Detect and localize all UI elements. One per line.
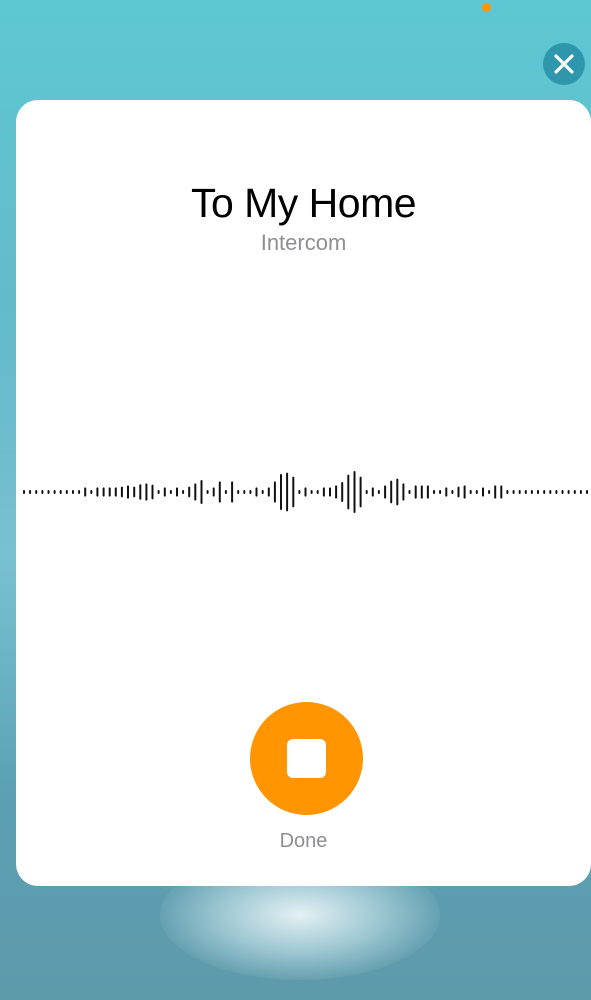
close-icon: [554, 54, 574, 74]
intercom-card: To My Home Intercom Done: [16, 100, 591, 886]
close-button[interactable]: [543, 43, 585, 85]
stop-icon: [287, 739, 326, 778]
stop-recording-button[interactable]: [250, 702, 363, 815]
microphone-indicator-dot: [482, 3, 491, 12]
page-subtitle: Intercom: [260, 230, 347, 255]
audio-waveform: [23, 471, 588, 513]
page-title: To My Home: [190, 180, 417, 226]
done-label: Done: [279, 830, 328, 852]
